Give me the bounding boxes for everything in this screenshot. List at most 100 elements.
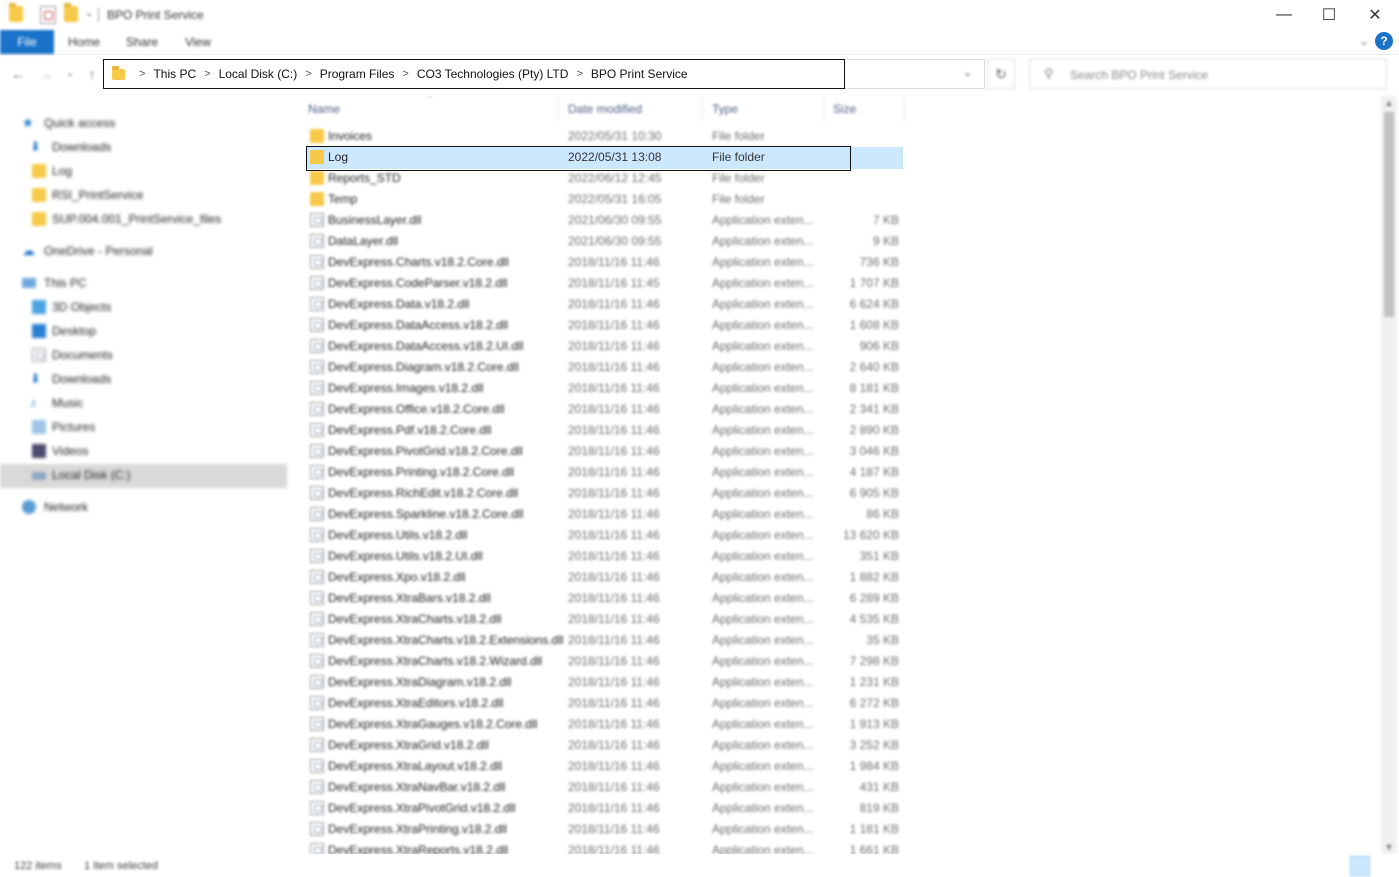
expand-ribbon-icon[interactable]: ⌄ <box>1359 34 1369 48</box>
chevron-right-icon[interactable]: > <box>402 68 408 80</box>
sidebar-item-music[interactable]: ♪ Music <box>30 391 83 415</box>
properties-icon[interactable] <box>40 6 56 24</box>
customize-quick-access-icon[interactable]: ⌄ <box>85 8 93 19</box>
sidebar-item-desktop[interactable]: Desktop <box>30 319 96 343</box>
sidebar-item-downloads[interactable]: ⬇ Downloads <box>30 135 111 159</box>
file-row[interactable]: DevExpress.Office.v18.2.Core.dll 2018/11/… <box>306 399 903 420</box>
file-row[interactable]: DevExpress.RichEdit.v18.2.Core.dll 2018/1… <box>306 483 903 504</box>
file-row[interactable]: DevExpress.XtraCharts.v18.2.dll 2018/11/1… <box>306 609 903 630</box>
chevron-right-icon[interactable]: > <box>576 68 582 80</box>
sidebar-item-label: Downloads <box>52 140 112 154</box>
file-row[interactable]: DevExpress.Xpo.v18.2.dll 2018/11/16 11:46… <box>306 567 903 588</box>
file-row[interactable]: DevExpress.XtraPrinting.v18.2.dll 2018/11… <box>306 819 903 840</box>
file-row[interactable]: DevExpress.XtraEditors.v18.2.dll 2018/11/… <box>306 693 903 714</box>
file-row[interactable]: DevExpress.XtraNavBar.v18.2.dll 2018/11/1… <box>306 777 903 798</box>
file-row[interactable]: DataLayer.dll 2021/06/30 09:55 Application… <box>306 231 903 252</box>
star-icon: ★ <box>22 115 34 130</box>
tab-file[interactable]: File <box>0 30 54 54</box>
back-button[interactable]: ← <box>8 64 28 84</box>
file-row[interactable]: DevExpress.Printing.v18.2.Core.dll 2018/1… <box>306 462 903 483</box>
file-row[interactable]: DevExpress.Utils.v18.2.UI.dll 2018/11/16 … <box>306 546 903 567</box>
breadcrumb-local-disk[interactable]: Local Disk (C:) <box>219 67 298 81</box>
breadcrumb-program-files[interactable]: Program Files <box>320 67 395 81</box>
sidebar-item-rsi-printservice[interactable]: RSI_PrintService <box>30 183 143 207</box>
vertical-scrollbar[interactable]: ▲ ▼ <box>1381 96 1397 854</box>
file-row[interactable]: DevExpress.Diagram.v18.2.Core.dll 2018/11… <box>306 357 903 378</box>
file-row[interactable]: DevExpress.DataAccess.v18.2.UI.dll 2018/1… <box>306 336 903 357</box>
file-date-modified: 2018/11/16 11:46 <box>568 507 660 521</box>
file-row[interactable]: DevExpress.Utils.v18.2.dll 2018/11/16 11:… <box>306 525 903 546</box>
column-divider[interactable] <box>904 96 905 122</box>
file-row[interactable]: DevExpress.XtraPivotGrid.v18.2.dll 2018/1… <box>306 798 903 819</box>
sidebar-item-pictures[interactable]: Pictures <box>30 415 95 439</box>
sidebar-item-this-pc[interactable]: This PC <box>22 271 87 295</box>
column-header-type[interactable]: Type <box>712 102 738 116</box>
sidebar-item-local-disk[interactable]: Local Disk (C:) <box>30 463 131 487</box>
file-row[interactable]: DevExpress.Charts.v18.2.Core.dll 2018/11/… <box>306 252 903 273</box>
file-row[interactable]: BusinessLayer.dll 2021/06/30 09:55 Applica… <box>306 210 903 231</box>
tab-view[interactable]: View <box>176 30 220 54</box>
file-row[interactable]: DevExpress.XtraReports.v18.2.dll 2018/11/… <box>306 840 903 854</box>
column-divider[interactable] <box>558 96 559 122</box>
large-icons-view-button[interactable] <box>1374 856 1394 876</box>
search-input[interactable]: ⚲ Search BPO Print Service <box>1029 59 1387 89</box>
breadcrumb-this-pc[interactable]: This PC <box>153 67 196 81</box>
maximize-button[interactable]: ☐ <box>1306 0 1352 30</box>
file-row[interactable]: DevExpress.Images.v18.2.dll 2018/11/16 11… <box>306 378 903 399</box>
help-icon[interactable]: ? <box>1375 32 1393 50</box>
up-button[interactable]: ↑ <box>82 64 102 84</box>
file-type: Application exten... <box>712 486 814 500</box>
scroll-down-icon[interactable]: ▼ <box>1381 840 1397 854</box>
file-date-modified: 2018/11/16 11:46 <box>568 360 660 374</box>
sidebar-item-3d-objects[interactable]: 3D Objects <box>30 295 111 319</box>
sidebar-item-sup-files[interactable]: SUP.004.001_PrintService_files <box>30 207 221 231</box>
column-header-size[interactable]: Size <box>833 102 856 116</box>
file-row[interactable]: DevExpress.XtraGrid.v18.2.dll 2018/11/16 … <box>306 735 903 756</box>
folder-row[interactable]: Reports_STD 2022/06/12 12:45 File folder <box>306 168 903 189</box>
file-row[interactable]: DevExpress.PivotGrid.v18.2.Core.dll 2018/… <box>306 441 903 462</box>
close-button[interactable]: ✕ <box>1352 0 1398 30</box>
sidebar-item-documents[interactable]: Documents <box>30 343 113 367</box>
forward-button[interactable]: → <box>36 64 56 84</box>
column-header-name[interactable]: Name <box>308 102 340 116</box>
file-date-modified: 2018/11/16 11:46 <box>568 339 660 353</box>
file-row[interactable]: DevExpress.XtraDiagram.v18.2.dll 2018/11/… <box>306 672 903 693</box>
file-row[interactable]: DevExpress.DataAccess.v18.2.dll 2018/11/1… <box>306 315 903 336</box>
file-row[interactable]: DevExpress.XtraCharts.v18.2.Extensions.d… <box>306 630 903 651</box>
file-row[interactable]: DevExpress.XtraBars.v18.2.dll 2018/11/16 … <box>306 588 903 609</box>
sidebar-item-onedrive[interactable]: ☁ OneDrive - Personal <box>22 239 153 263</box>
file-row[interactable]: DevExpress.Pdf.v18.2.Core.dll 2018/11/16 … <box>306 420 903 441</box>
details-view-button[interactable] <box>1350 856 1370 876</box>
sidebar-item-quick-access[interactable]: ★ Quick access <box>22 111 115 135</box>
tab-home[interactable]: Home <box>60 30 108 54</box>
folder-row[interactable]: Temp 2022/05/31 16:05 File folder <box>306 189 903 210</box>
chevron-right-icon[interactable]: > <box>305 68 311 80</box>
folder-row[interactable]: Invoices 2022/05/31 10:30 File folder <box>306 126 903 147</box>
sidebar-item-downloads-pc[interactable]: ⬇ Downloads <box>30 367 111 391</box>
refresh-button[interactable]: ↻ <box>987 59 1015 89</box>
recent-locations-button[interactable]: ⌄ <box>60 64 80 84</box>
column-divider[interactable] <box>702 96 703 122</box>
file-row[interactable]: DevExpress.Sparkline.v18.2.Core.dll 2018/… <box>306 504 903 525</box>
file-row[interactable]: DevExpress.XtraCharts.v18.2.Wizard.dll 20… <box>306 651 903 672</box>
scrollbar-thumb[interactable] <box>1384 112 1394 317</box>
sidebar-item-log[interactable]: Log <box>30 159 72 183</box>
sidebar-item-network[interactable]: Network <box>22 495 88 519</box>
sidebar-item-videos[interactable]: Videos <box>30 439 88 463</box>
column-divider[interactable] <box>824 96 825 122</box>
file-row[interactable]: DevExpress.XtraLayout.v18.2.dll 2018/11/1… <box>306 756 903 777</box>
file-row[interactable]: DevExpress.CodeParser.v18.2.dll 2018/11/1… <box>306 273 903 294</box>
scroll-up-icon[interactable]: ▲ <box>1381 96 1397 110</box>
file-row[interactable]: DevExpress.Data.v18.2.dll 2018/11/16 11:4… <box>306 294 903 315</box>
tab-share[interactable]: Share <box>118 30 166 54</box>
file-row[interactable]: DevExpress.XtraGauges.v18.2.Core.dll 2018… <box>306 714 903 735</box>
breadcrumb-bpo-print-service[interactable]: BPO Print Service <box>591 67 688 81</box>
minimize-button[interactable]: — <box>1261 0 1307 30</box>
column-header-date[interactable]: Date modified <box>568 102 642 116</box>
new-folder-icon[interactable] <box>64 3 78 22</box>
file-date-modified: 2018/11/16 11:46 <box>568 570 660 584</box>
breadcrumb-co3-technologies[interactable]: CO3 Technologies (Pty) LTD <box>417 67 569 81</box>
chevron-down-icon[interactable]: ⌄ <box>963 66 972 79</box>
address-bar[interactable]: > This PC > Local Disk (C:) > Program Fi… <box>103 59 845 89</box>
chevron-right-icon[interactable]: > <box>204 68 210 80</box>
